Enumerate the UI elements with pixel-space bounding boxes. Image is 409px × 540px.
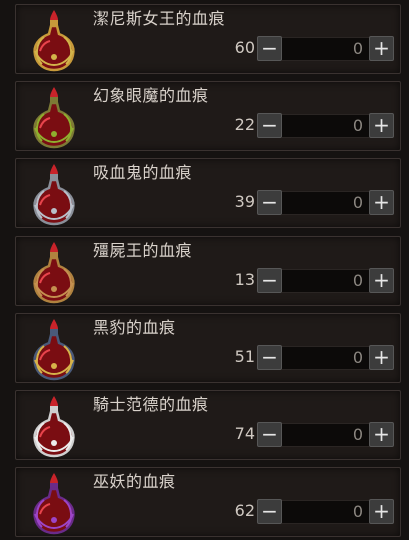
- blood-vial-illusion-eye-icon: [26, 84, 82, 150]
- owned-count: 62: [234, 501, 255, 520]
- item-name: 巫妖的血痕: [93, 472, 176, 491]
- item-name: 騎士范德的血痕: [93, 395, 209, 414]
- quantity-field[interactable]: 0: [282, 269, 369, 293]
- list-item: 潔尼斯女王的血痕 60 − 0 +: [15, 4, 401, 74]
- list-item: 騎士范德的血痕 74 − 0 +: [15, 390, 401, 460]
- item-name: 殭屍王的血痕: [93, 241, 193, 260]
- list-item: 吸血鬼的血痕 39 − 0 +: [15, 158, 401, 228]
- decrease-button[interactable]: −: [257, 190, 282, 215]
- owned-count: 13: [234, 270, 255, 289]
- decrease-button[interactable]: −: [257, 113, 282, 138]
- item-name: 黑豹的血痕: [93, 318, 176, 337]
- increase-button[interactable]: +: [369, 113, 394, 138]
- blood-mark-list: 潔尼斯女王的血痕 60 − 0 + 幻象眼魔的血痕 22 − 0 + 吸血鬼的血…: [0, 0, 409, 540]
- quantity-field[interactable]: 0: [282, 191, 369, 215]
- item-name: 吸血鬼的血痕: [93, 163, 193, 182]
- quantity-field[interactable]: 0: [282, 423, 369, 447]
- increase-button[interactable]: +: [369, 190, 394, 215]
- list-item: 幻象眼魔的血痕 22 − 0 +: [15, 81, 401, 151]
- quantity-field[interactable]: 0: [282, 346, 369, 370]
- quantity-field[interactable]: 0: [282, 114, 369, 138]
- increase-button[interactable]: +: [369, 499, 394, 524]
- increase-button[interactable]: +: [369, 268, 394, 293]
- owned-count: 51: [234, 347, 255, 366]
- blood-vial-knight-vandor-icon: [26, 393, 82, 459]
- quantity-field[interactable]: 0: [282, 37, 369, 61]
- increase-button[interactable]: +: [369, 422, 394, 447]
- item-name: 幻象眼魔的血痕: [93, 86, 209, 105]
- decrease-button[interactable]: −: [257, 345, 282, 370]
- item-name: 潔尼斯女王的血痕: [93, 9, 226, 28]
- owned-count: 74: [234, 424, 255, 443]
- quantity-field[interactable]: 0: [282, 500, 369, 524]
- blood-vial-zombie-king-icon: [26, 239, 82, 305]
- decrease-button[interactable]: −: [257, 268, 282, 293]
- decrease-button[interactable]: −: [257, 499, 282, 524]
- blood-vial-lich-icon: [26, 470, 82, 536]
- owned-count: 39: [234, 192, 255, 211]
- list-item: 黑豹的血痕 51 − 0 +: [15, 313, 401, 383]
- blood-vial-black-panther-icon: [26, 316, 82, 382]
- decrease-button[interactable]: −: [257, 422, 282, 447]
- list-item: 巫妖的血痕 62 − 0 +: [15, 467, 401, 537]
- increase-button[interactable]: +: [369, 345, 394, 370]
- blood-vial-vampire-icon: [26, 161, 82, 227]
- increase-button[interactable]: +: [369, 36, 394, 61]
- owned-count: 22: [234, 115, 255, 134]
- owned-count: 60: [234, 38, 255, 57]
- list-item: 殭屍王的血痕 13 − 0 +: [15, 236, 401, 306]
- decrease-button[interactable]: −: [257, 36, 282, 61]
- blood-vial-queen-zenith-icon: [26, 7, 82, 73]
